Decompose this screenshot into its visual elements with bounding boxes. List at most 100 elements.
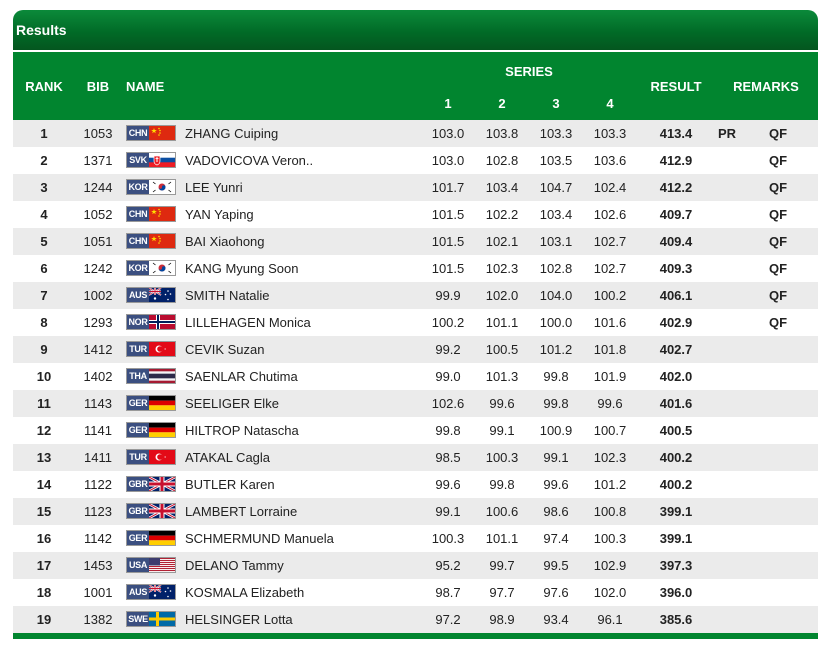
header-series-3: 3 bbox=[552, 96, 560, 111]
uk-flag-icon bbox=[149, 477, 175, 491]
series-3-cell: 103.4 bbox=[539, 207, 573, 222]
series-4-cell: 101.9 bbox=[593, 369, 627, 384]
athlete-name: HILTROP Natascha bbox=[185, 423, 299, 438]
australia-flag-icon bbox=[149, 288, 175, 302]
athlete-name: DELANO Tammy bbox=[185, 558, 284, 573]
result-cell: 409.3 bbox=[659, 261, 693, 276]
bib-cell: 1143 bbox=[84, 396, 112, 411]
series-3-cell: 103.5 bbox=[539, 153, 573, 168]
series-3-cell: 97.6 bbox=[543, 585, 569, 600]
country-flag: GBR bbox=[126, 503, 176, 519]
series-3-cell: 99.5 bbox=[543, 558, 569, 573]
series-4-cell: 100.3 bbox=[593, 531, 627, 546]
country-code: USA bbox=[127, 558, 149, 572]
korea-flag-icon bbox=[149, 180, 175, 194]
series-3-cell: 97.4 bbox=[543, 531, 569, 546]
series-2-cell: 102.2 bbox=[485, 207, 519, 222]
header-name: NAME bbox=[126, 79, 165, 94]
results-title: Results bbox=[16, 22, 67, 38]
series-4-cell: 102.7 bbox=[593, 261, 627, 276]
header-series: SERIES bbox=[505, 64, 553, 79]
korea-flag-icon bbox=[149, 261, 175, 275]
results-table-body: 1 1053 CHN ZHANG Cuiping 103.0 103.8 103.3 103.… bbox=[13, 120, 818, 633]
series-2-cell: 100.3 bbox=[485, 450, 519, 465]
athlete-name: LEE Yunri bbox=[185, 180, 243, 195]
athlete-name: HELSINGER Lotta bbox=[185, 612, 293, 627]
bib-cell: 1053 bbox=[83, 126, 113, 141]
series-4-cell: 103.3 bbox=[593, 126, 627, 141]
header-rank: RANK bbox=[25, 79, 63, 94]
series-1-cell: 99.1 bbox=[435, 504, 461, 519]
athlete-name: CEVIK Suzan bbox=[185, 342, 265, 357]
country-code: CHN bbox=[127, 126, 149, 140]
country-code: TUR bbox=[127, 342, 149, 356]
table-row: 12 1141 GER HILTROP Natascha 99.8 99.1 100.9 10… bbox=[13, 417, 818, 444]
table-row: 16 1142 GER SCHMERMUND Manuela 100.3 101.1 97.… bbox=[13, 525, 818, 552]
series-1-cell: 103.0 bbox=[431, 153, 465, 168]
country-flag: SWE bbox=[126, 611, 176, 627]
qualification-remark: QF bbox=[768, 180, 788, 195]
series-3-cell: 102.8 bbox=[539, 261, 573, 276]
country-code: SWE bbox=[127, 612, 149, 626]
country-code: NOR bbox=[127, 315, 149, 329]
series-3-cell: 99.8 bbox=[543, 396, 569, 411]
qualification-remark: QF bbox=[768, 207, 788, 222]
bib-cell: 1402 bbox=[83, 369, 113, 384]
rank-cell: 14 bbox=[36, 477, 52, 492]
country-flag: AUS bbox=[126, 287, 176, 303]
qualification-remark: QF bbox=[768, 153, 788, 168]
athlete-name: ATAKAL Cagla bbox=[185, 450, 271, 465]
series-4-cell: 100.2 bbox=[593, 288, 627, 303]
rank-cell: 2 bbox=[40, 153, 48, 168]
table-row: 5 1051 CHN BAI Xiaohong 101.5 102.1 103.1 102.7… bbox=[13, 228, 818, 255]
series-4-cell: 102.0 bbox=[593, 585, 627, 600]
series-1-cell: 102.6 bbox=[431, 396, 465, 411]
athlete-name: BAI Xiaohong bbox=[185, 234, 265, 249]
series-2-cell: 102.8 bbox=[485, 153, 519, 168]
country-flag: KOR bbox=[126, 179, 176, 195]
series-1-cell: 100.3 bbox=[431, 531, 465, 546]
athlete-name: YAN Yaping bbox=[185, 207, 254, 222]
series-4-cell: 102.7 bbox=[593, 234, 627, 249]
series-3-cell: 103.1 bbox=[539, 234, 573, 249]
series-1-cell: 101.5 bbox=[431, 207, 465, 222]
country-code: TUR bbox=[127, 450, 149, 464]
country-flag: KOR bbox=[126, 260, 176, 276]
rank-cell: 13 bbox=[36, 450, 52, 465]
rank-cell: 9 bbox=[40, 342, 48, 357]
athlete-name: SAENLAR Chutima bbox=[185, 369, 298, 384]
table-footer-bar bbox=[13, 633, 818, 639]
rank-cell: 6 bbox=[40, 261, 48, 276]
series-1-cell: 99.9 bbox=[435, 288, 461, 303]
turkey-flag-icon bbox=[149, 450, 175, 464]
bib-cell: 1051 bbox=[83, 234, 113, 249]
series-2-cell: 98.9 bbox=[489, 612, 515, 627]
series-3-cell: 99.6 bbox=[543, 477, 569, 492]
series-3-cell: 99.1 bbox=[543, 450, 569, 465]
country-code: GER bbox=[127, 531, 149, 545]
series-3-cell: 98.6 bbox=[543, 504, 569, 519]
country-code: GBR bbox=[127, 477, 149, 491]
series-2-cell: 101.3 bbox=[485, 369, 519, 384]
country-code: GER bbox=[127, 423, 149, 437]
table-row: 18 1001 AUS KOSMALA Elizabeth 98.7 97.7 97.6 10… bbox=[13, 579, 818, 606]
qualification-remark: QF bbox=[768, 288, 788, 303]
series-1-cell: 99.0 bbox=[435, 369, 461, 384]
series-2-cell: 103.8 bbox=[485, 126, 519, 141]
series-1-cell: 100.2 bbox=[431, 315, 465, 330]
qualification-remark: QF bbox=[768, 315, 788, 330]
series-3-cell: 101.2 bbox=[539, 342, 573, 357]
country-flag: GER bbox=[126, 530, 176, 546]
bib-cell: 1412 bbox=[83, 342, 113, 357]
result-cell: 400.2 bbox=[659, 477, 693, 492]
result-cell: 402.0 bbox=[659, 369, 693, 384]
series-3-cell: 104.7 bbox=[539, 180, 573, 195]
rank-cell: 1 bbox=[40, 126, 48, 141]
china-flag-icon bbox=[149, 234, 175, 248]
series-3-cell: 100.0 bbox=[539, 315, 573, 330]
rank-cell: 17 bbox=[36, 558, 52, 573]
results-table-header: RANK BIB NAME SERIES 1 2 3 4 RESULT REMA… bbox=[13, 52, 818, 120]
thailand-flag-icon bbox=[149, 369, 175, 383]
qualification-remark: QF bbox=[768, 234, 788, 249]
china-flag-icon bbox=[149, 126, 175, 140]
